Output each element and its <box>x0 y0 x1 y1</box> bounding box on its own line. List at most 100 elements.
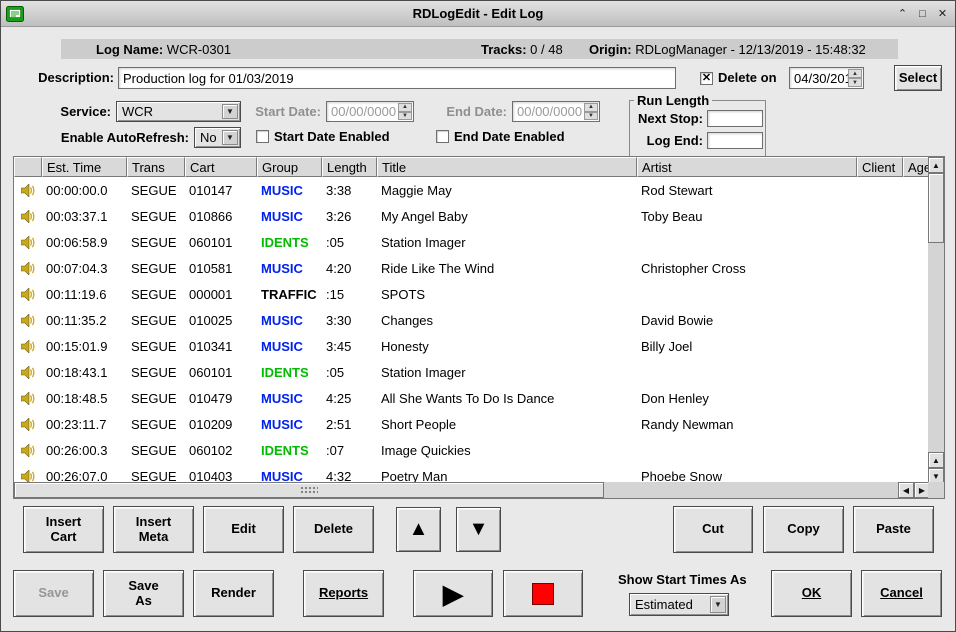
scroll-left-button[interactable]: ◀ <box>898 482 914 498</box>
end-date-enabled-label: End Date Enabled <box>454 129 565 144</box>
row-artist: Phoebe Snow <box>637 469 857 484</box>
column-artist[interactable]: Artist <box>637 157 857 177</box>
row-length: :15 <box>322 287 377 302</box>
rdlogedit-window: RDLogEdit - Edit Log ⌃ □ ✕ Log Name: WCR… <box>0 0 956 632</box>
start-date-spinbox: 00/00/0000 ▲ ▼ <box>326 101 414 122</box>
table-row[interactable]: 00:07:04.3 SEGUE 010581 MUSIC 4:20 Ride … <box>14 255 929 281</box>
paste-button[interactable]: Paste <box>853 506 934 553</box>
delete-on-date-spinbox[interactable]: 04/30/2019 ▲ ▼ <box>789 67 864 89</box>
scroll-up-button-bottom[interactable]: ▲ <box>928 452 944 468</box>
description-input[interactable] <box>118 67 676 89</box>
table-row[interactable]: 00:26:07.0 SEGUE 010403 MUSIC 4:32 Poetr… <box>14 463 929 483</box>
service-dropdown[interactable]: WCR ▼ <box>116 101 241 122</box>
show-start-times-dropdown[interactable]: Estimated ▼ <box>629 593 729 616</box>
speaker-icon <box>14 236 42 249</box>
run-length-group: Run Length Next Stop: Log End: <box>629 93 766 157</box>
row-cart: 010147 <box>185 183 257 198</box>
stop-button[interactable] <box>503 570 583 617</box>
row-trans: SEGUE <box>127 469 185 484</box>
column-group[interactable]: Group <box>257 157 322 177</box>
next-stop-input[interactable] <box>707 110 763 127</box>
ok-button[interactable]: OK <box>771 570 852 617</box>
row-est-time: 00:00:00.0 <box>42 183 127 198</box>
row-title: Short People <box>377 417 637 432</box>
column-client[interactable]: Client <box>857 157 903 177</box>
log-end-label: Log End: <box>630 133 703 148</box>
row-est-time: 00:11:19.6 <box>42 287 127 302</box>
log-table: Est. Time Trans Cart Group Length Title … <box>13 156 945 499</box>
speaker-icon <box>14 340 42 353</box>
scroll-up-icon: ▲ <box>932 161 940 170</box>
cancel-button[interactable]: Cancel <box>861 570 942 617</box>
table-row[interactable]: 00:00:00.0 SEGUE 010147 MUSIC 3:38 Maggi… <box>14 177 929 203</box>
row-length: :07 <box>322 443 377 458</box>
delete-button[interactable]: Delete <box>293 506 374 553</box>
select-date-button[interactable]: Select <box>894 65 942 91</box>
column-title[interactable]: Title <box>377 157 637 177</box>
row-length: :05 <box>322 365 377 380</box>
row-artist: David Bowie <box>637 313 857 328</box>
column-age[interactable]: Age <box>903 157 929 177</box>
start-date-enabled-label: Start Date Enabled <box>274 129 390 144</box>
horizontal-scrollbar[interactable]: ◀ ▶ <box>14 482 930 498</box>
column-length[interactable]: Length <box>322 157 377 177</box>
column-icon[interactable] <box>14 157 42 177</box>
spin-down-icon[interactable]: ▼ <box>848 78 862 87</box>
move-up-button[interactable]: ▲ <box>396 507 441 552</box>
column-est-time[interactable]: Est. Time <box>42 157 127 177</box>
reports-button[interactable]: Reports <box>303 570 384 617</box>
delete-on-checkbox[interactable]: ✕ <box>700 72 713 85</box>
start-date-enabled-checkbox[interactable] <box>256 130 269 143</box>
run-length-title: Run Length <box>634 93 712 108</box>
copy-button[interactable]: Copy <box>763 506 844 553</box>
row-trans: SEGUE <box>127 261 185 276</box>
row-length: 3:45 <box>322 339 377 354</box>
table-row[interactable]: 00:06:58.9 SEGUE 060101 IDENTS :05 Stati… <box>14 229 929 255</box>
column-trans[interactable]: Trans <box>127 157 185 177</box>
table-row[interactable]: 00:23:11.7 SEGUE 010209 MUSIC 2:51 Short… <box>14 411 929 437</box>
row-cart: 010479 <box>185 391 257 406</box>
window-shade-button[interactable]: ⌃ <box>894 5 911 22</box>
row-trans: SEGUE <box>127 365 185 380</box>
move-down-button[interactable]: ▼ <box>456 507 501 552</box>
row-group: MUSIC <box>257 261 322 276</box>
speaker-icon <box>14 288 42 301</box>
row-length: 4:32 <box>322 469 377 484</box>
table-row[interactable]: 00:15:01.9 SEGUE 010341 MUSIC 3:45 Hones… <box>14 333 929 359</box>
table-row[interactable]: 00:26:00.3 SEGUE 060102 IDENTS :07 Image… <box>14 437 929 463</box>
row-est-time: 00:26:00.3 <box>42 443 127 458</box>
row-est-time: 00:18:48.5 <box>42 391 127 406</box>
insert-cart-button[interactable]: Insert Cart <box>23 506 104 553</box>
speaker-icon <box>14 444 42 457</box>
speaker-icon <box>14 418 42 431</box>
log-end-input[interactable] <box>707 132 763 149</box>
spin-up-icon[interactable]: ▲ <box>848 69 862 78</box>
autorefresh-dropdown[interactable]: No ▼ <box>194 127 241 148</box>
play-button[interactable]: ▶ <box>413 570 493 617</box>
table-row[interactable]: 00:11:35.2 SEGUE 010025 MUSIC 3:30 Chang… <box>14 307 929 333</box>
edit-button[interactable]: Edit <box>203 506 284 553</box>
row-trans: SEGUE <box>127 339 185 354</box>
column-cart[interactable]: Cart <box>185 157 257 177</box>
horizontal-scrollbar-thumb[interactable] <box>14 482 604 498</box>
cut-button[interactable]: Cut <box>673 506 753 553</box>
table-row[interactable]: 00:11:19.6 SEGUE 000001 TRAFFIC :15 SPOT… <box>14 281 929 307</box>
scroll-up-button[interactable]: ▲ <box>928 157 944 173</box>
table-row[interactable]: 00:18:43.1 SEGUE 060101 IDENTS :05 Stati… <box>14 359 929 385</box>
end-date-enabled-checkbox[interactable] <box>436 130 449 143</box>
save-as-button[interactable]: Save As <box>103 570 184 617</box>
row-artist: Randy Newman <box>637 417 857 432</box>
show-start-times-value: Estimated <box>635 597 693 612</box>
render-button[interactable]: Render <box>193 570 274 617</box>
row-trans: SEGUE <box>127 443 185 458</box>
vertical-scrollbar[interactable]: ▲ ▲ ▼ <box>928 157 944 484</box>
table-row[interactable]: 00:03:37.1 SEGUE 010866 MUSIC 3:26 My An… <box>14 203 929 229</box>
next-stop-label: Next Stop: <box>630 111 703 126</box>
vertical-scrollbar-thumb[interactable] <box>928 173 944 243</box>
insert-meta-button[interactable]: Insert Meta <box>113 506 194 553</box>
table-row[interactable]: 00:18:48.5 SEGUE 010479 MUSIC 4:25 All S… <box>14 385 929 411</box>
scroll-left-icon: ◀ <box>903 486 909 495</box>
row-cart: 060102 <box>185 443 257 458</box>
window-close-button[interactable]: ✕ <box>934 5 951 22</box>
window-maximize-button[interactable]: □ <box>914 5 931 22</box>
